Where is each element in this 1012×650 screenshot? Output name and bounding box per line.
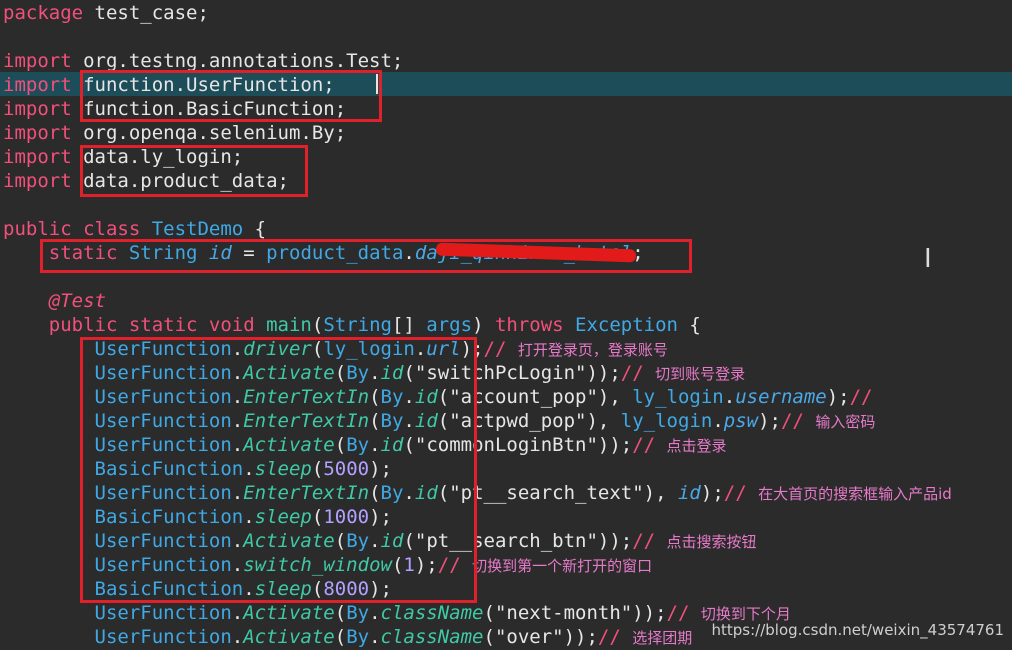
code-token: ); [826,386,850,408]
code-editor[interactable]: package test_case;import org.testng.anno… [0,0,1012,648]
code-token: ( [311,314,324,336]
code-token: [] [391,314,427,336]
code-token: 打开登录页，登录账号 [517,341,668,359]
code-line[interactable]: @Test [3,289,106,313]
code-token: Exception [575,314,678,336]
code-token: TestDemo [151,218,244,240]
code-token: 在大首页的搜索框输入产品id [758,485,952,503]
code-line[interactable]: package test_case; [3,1,209,25]
code-token: import [3,146,72,168]
code-token: Activate [243,602,335,624]
code-token: import [3,74,72,96]
code-token: . [369,602,381,624]
code-token: className [380,602,484,624]
code-token: By [346,602,370,624]
code-token: 选择团期 [632,629,693,647]
code-token: . [723,386,736,408]
code-token: public static void [3,314,267,336]
code-token: psw [723,410,759,432]
code-token: 点击搜索按钮 [666,533,757,551]
code-token: ( [334,602,347,624]
watermark: https://blog.csdn.net/weixin_43574761 [711,621,1004,639]
code-token: ); [700,482,724,504]
code-token: { [677,314,701,336]
code-line[interactable]: public static void main(String[] args) t… [3,313,701,337]
code-token: import [3,170,72,192]
mouse-ibeam-icon: I [924,244,932,274]
code-token: // [483,338,518,360]
code-token: org.openqa.selenium.By; [71,122,347,144]
code-line[interactable]: UserFunction.Activate(By.className("over… [3,625,693,649]
code-token: ly_login [620,410,713,432]
code-token: 输入密码 [815,413,876,431]
code-token: ) [472,314,495,336]
code-token: ("next-month")); [483,602,667,624]
code-token: 切到账号登录 [655,365,746,383]
code-token: args [426,314,473,336]
code-line[interactable]: import org.openqa.selenium.By; [3,121,346,145]
code-token: // [632,434,667,456]
code-token: import [3,122,72,144]
code-token: { [243,218,267,240]
code-token: String [323,314,392,336]
code-token: . [712,410,724,432]
code-line[interactable]: UserFunction.Activate(By.className("next… [3,601,791,625]
code-token: // [723,482,759,504]
code-token: UserFunction [3,602,232,624]
annotation-box-data-imports [80,145,308,197]
code-token: @Test [3,290,106,312]
code-token: throws [494,314,576,336]
code-token: // [632,530,667,552]
code-token: // [666,602,701,624]
code-token: import [3,50,72,72]
code-token: username [735,386,827,408]
code-token: // [620,362,656,384]
code-token: test_case; [83,2,209,24]
code-token: . [231,602,244,624]
annotation-box-function-imports [80,70,382,122]
code-line[interactable]: public class TestDemo { [3,217,266,241]
code-token: // [849,386,873,408]
code-token: 点击登录 [666,437,727,455]
annotation-box-test-steps [80,337,477,603]
code-token: ly_login [632,386,724,408]
code-token: ); [758,410,781,432]
code-token: import [3,98,72,120]
code-token: // [780,410,816,432]
code-token: public class [3,218,152,240]
code-token: 切换到第一个新打开的窗口 [472,557,653,575]
code-token: org.testng.annotations.Test; [71,50,404,72]
code-token: package [3,2,84,24]
code-token: main [266,314,312,336]
code-token: id [677,482,701,504]
